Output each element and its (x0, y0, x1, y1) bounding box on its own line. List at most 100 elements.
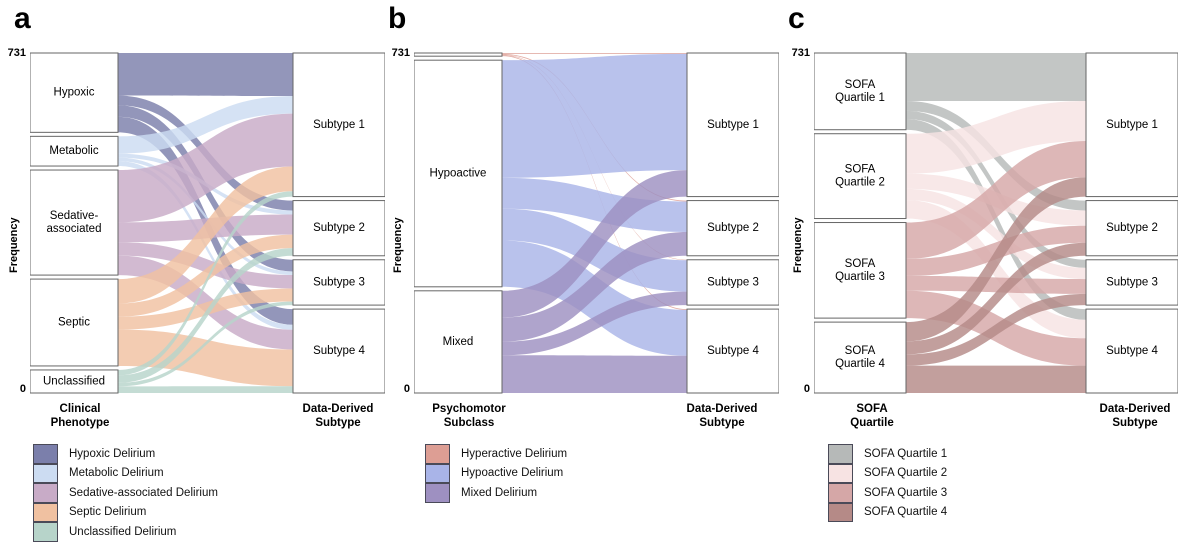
source-axis-title-line-1: SOFA (856, 403, 888, 415)
legend-swatch-q1 (828, 444, 853, 464)
source-axis-title-line-1: Psychomotor (432, 403, 506, 415)
sankey-node-label: Unclassified (43, 376, 105, 388)
sankey-node-label: Hypoxic (54, 87, 95, 99)
legend-label: Sedative-associated Delirium (69, 486, 218, 499)
sankey-node-label: Metabolic (49, 145, 98, 157)
legend-item: SOFA Quartile 1 (828, 444, 947, 464)
sankey-node-label: Quartile 2 (835, 177, 885, 189)
target-axis-title-line-1: Data-Derived (302, 403, 374, 415)
sankey-node-label: Subtype 1 (1106, 119, 1158, 131)
sankey-node-label: SOFA (845, 79, 876, 91)
legend-label: SOFA Quartile 4 (864, 506, 948, 519)
sankey-node-label: Quartile 4 (835, 358, 885, 370)
axis-tick-min-c: 0 (803, 383, 810, 395)
sankey-link (502, 355, 687, 393)
target-axis-title-c: Data-Derived Subtype (1080, 403, 1190, 430)
legend-item: SOFA Quartile 3 (828, 483, 947, 503)
target-axis-title-b: Data-Derived Subtype (667, 403, 777, 430)
sankey-link (906, 53, 1086, 102)
sankey-node-label: Subtype 4 (707, 345, 759, 357)
legend-item: Hyperactive Delirium (425, 444, 567, 464)
sankey-node-label: SOFA (845, 345, 876, 357)
sankey-diagram-a: Hypoxic Metabolic Sedative-associated Septi… (30, 52, 385, 394)
sankey-link (118, 53, 293, 97)
source-axis-title-line-2: Phenotype (50, 416, 110, 429)
sankey-node-label: Subtype 3 (313, 276, 365, 288)
panel-letter-b: b (388, 2, 406, 35)
sankey-diagram-c: SOFA Quartile 1 SOFA Quartile 2 SOFA Quartile… (814, 52, 1178, 394)
sankey-node-label: Septic (58, 317, 90, 329)
legend-item: Hypoxic Delirium (33, 444, 218, 464)
sankey-node-label: Subtype 1 (707, 119, 759, 131)
sankey-node-label: SOFA (845, 164, 876, 176)
sankey-node-label: Quartile 1 (835, 92, 885, 104)
sankey-node-label: Subtype 3 (1106, 276, 1158, 288)
legend-swatch-q4 (828, 502, 853, 522)
source-axis-title-line-1: Clinical (59, 403, 101, 415)
legend-label: Metabolic Delirium (69, 467, 164, 480)
sankey-links (906, 53, 1086, 393)
legend-label: SOFA Quartile 2 (864, 467, 948, 480)
source-axis-title-b: Psychomotor Subclass (404, 403, 534, 430)
sankey-node-source-hyperactive[interactable] (414, 52, 503, 57)
legend-label: Mixed Delirium (461, 486, 538, 499)
sankey-node-label: Mixed (443, 336, 474, 348)
target-axis-title-line-1: Data-Derived (1099, 403, 1171, 415)
target-axis-title-a: Data-Derived Subtype (283, 403, 393, 430)
sankey-link (118, 386, 293, 393)
legend-item: Unclassified Delirium (33, 522, 218, 542)
legend-swatch-hypoxic (33, 444, 58, 464)
sankey-link (906, 275, 1086, 294)
legend-item: Mixed Delirium (425, 483, 567, 503)
legend-swatch-unclassified (33, 522, 58, 542)
sankey-svg: Hypoxic Metabolic Sedative-associated Septi… (30, 52, 385, 394)
sankey-links (502, 53, 687, 393)
target-axis-title-line-2: Subtype (699, 416, 745, 429)
sankey-svg: SOFAQuartile 1SOFAQuartile 2SOFAQuartile… (814, 52, 1178, 394)
axis-tick-min-b: 0 (403, 383, 410, 395)
legend-item: Hypoactive Delirium (425, 463, 567, 483)
source-axis-title-c: SOFA Quartile (812, 403, 932, 430)
legend-c: SOFA Quartile 1 SOFA Quartile 2 SOFA Quart… (828, 444, 947, 522)
y-axis-label-b: Frequency (392, 217, 404, 273)
sankey-link (502, 53, 687, 178)
legend-a: Hypoxic Delirium Metabolic Delirium Sedati… (33, 444, 218, 542)
axis-tick-max-b: 731 (391, 47, 410, 59)
legend-label: Hypoxic Delirium (69, 447, 156, 460)
legend-swatch-septic (33, 502, 58, 522)
sankey-link (502, 53, 687, 54)
legend-item: Sedative-associated Delirium (33, 483, 218, 503)
source-axis-title-line-2: Quartile (850, 416, 894, 429)
axis-tick-min-a: 0 (19, 383, 26, 395)
sankey-node-label: Subtype 4 (1106, 345, 1158, 357)
sankey-node-label: Subtype 2 (707, 222, 759, 234)
sankey-node-label: Sedative- (50, 210, 99, 222)
source-axis-title-line-2: Subclass (443, 416, 495, 429)
axis-tick-max-a: 731 (7, 47, 26, 59)
legend-label: Septic Delirium (69, 506, 147, 519)
panel-letter-c: c (788, 2, 805, 35)
sankey-node-label: Subtype 1 (313, 119, 365, 131)
legend-item: Septic Delirium (33, 502, 218, 522)
legend-swatch-q3 (828, 483, 853, 503)
y-axis-label-c: Frequency (792, 217, 804, 273)
sankey-links (118, 53, 293, 393)
target-axis-title-line-1: Data-Derived (686, 403, 758, 415)
axis-tick-max-c: 731 (791, 47, 810, 59)
legend-swatch-metabolic (33, 463, 58, 483)
legend-item: SOFA Quartile 4 (828, 502, 948, 522)
source-axis-title-a: Clinical Phenotype (20, 403, 140, 430)
sankey-diagram-b: Hypoactive Mixed Subtype 1 Subtype 2 Subtype… (414, 52, 779, 394)
legend-label: SOFA Quartile 3 (864, 486, 948, 499)
sankey-node-label: associated (47, 223, 102, 235)
y-axis-label-a: Frequency (8, 217, 20, 273)
legend-item: SOFA Quartile 2 (828, 463, 948, 483)
legend-b: Hyperactive Delirium Hypoactive Delirium M… (425, 444, 567, 503)
legend-label: SOFA Quartile 1 (864, 447, 948, 460)
panel-letter-a: a (14, 2, 31, 35)
legend-swatch-mixed (425, 483, 450, 503)
legend-swatch-sedative (33, 483, 58, 503)
sankey-node-label: Subtype 2 (313, 222, 365, 234)
panel-a: a 731 0 Frequency Hypoxic Metabolic Sedati… (0, 0, 400, 554)
legend-label: Hypoactive Delirium (461, 467, 564, 480)
